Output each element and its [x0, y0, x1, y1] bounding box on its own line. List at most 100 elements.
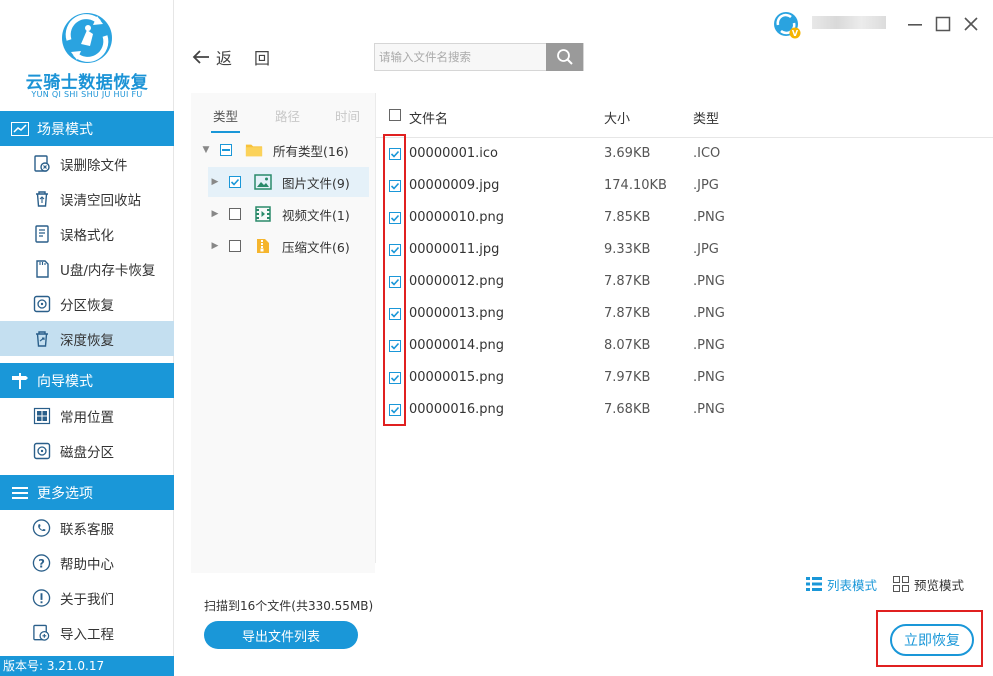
file-type: .PNG: [693, 338, 725, 353]
file-name: 00000014.png: [409, 338, 505, 353]
back-label: 返回: [216, 49, 293, 68]
app-subtitle: YUN QI SHI SHU JU HUI FU: [31, 90, 143, 99]
list-mode-toggle[interactable]: 列表模式: [806, 573, 877, 595]
file-type: .PNG: [693, 306, 725, 321]
tree-item-archives[interactable]: ▶ 压缩文件(6): [191, 231, 375, 261]
deleted-file-icon: [32, 154, 51, 173]
file-size: 8.07KB: [604, 338, 651, 353]
version-label: 版本号: 3.21.0.17: [0, 656, 174, 676]
file-name: 00000011.jpg: [409, 242, 500, 257]
table-row[interactable]: 00000010.png 7.85KB .PNG: [376, 202, 993, 234]
tree-item-label: 压缩文件(6): [282, 239, 350, 255]
section-title: 场景模式: [37, 121, 93, 138]
import-icon: [32, 623, 51, 642]
grid-view-icon: [893, 576, 909, 592]
caret-right-icon[interactable]: ▶: [211, 209, 219, 219]
maximize-icon: [935, 16, 951, 32]
file-name: 00000013.png: [409, 306, 505, 321]
minimize-button[interactable]: [905, 14, 925, 34]
file-type: .PNG: [693, 274, 725, 289]
sidebar-item-deep-recovery[interactable]: 深度恢复: [0, 321, 174, 356]
caret-right-icon[interactable]: ▶: [211, 177, 219, 187]
partition-icon: [32, 294, 51, 313]
sidebar-item-label: 深度恢复: [60, 332, 114, 349]
sidebar-item-label: 分区恢复: [60, 297, 114, 314]
list-view-icon: [806, 577, 822, 591]
minimize-icon: [908, 24, 922, 26]
sidebar-item-help-center[interactable]: ? 帮助中心: [0, 545, 174, 580]
table-row[interactable]: 00000009.jpg 174.10KB .JPG: [376, 170, 993, 202]
back-button[interactable]: 返回: [192, 45, 292, 69]
tab-type[interactable]: 类型: [211, 93, 240, 133]
close-button[interactable]: [961, 14, 981, 34]
table-row[interactable]: 00000014.png 8.07KB .PNG: [376, 330, 993, 362]
sidebar-item-format[interactable]: 误格式化: [0, 216, 174, 251]
preview-mode-label: 预览模式: [914, 577, 965, 593]
file-name: 00000001.ico: [409, 146, 499, 161]
table-row[interactable]: 00000011.jpg 9.33KB .JPG: [376, 234, 993, 266]
filter-tabs: 类型 路径 时间: [191, 93, 375, 135]
phone-icon: [32, 518, 51, 537]
sidebar-item-import-project[interactable]: 导入工程: [0, 615, 174, 650]
sidebar-item-disk-partition[interactable]: 磁盘分区: [0, 433, 174, 468]
preview-mode-toggle[interactable]: 预览模式: [893, 573, 964, 595]
file-size: 7.87KB: [604, 306, 651, 321]
table-row[interactable]: 00000015.png 7.97KB .PNG: [376, 362, 993, 394]
column-header-size[interactable]: 大小: [604, 108, 630, 127]
column-header-type[interactable]: 类型: [693, 108, 719, 127]
caret-right-icon[interactable]: ▶: [211, 241, 219, 251]
svg-text:?: ?: [38, 556, 45, 570]
section-more-options: 更多选项: [0, 475, 174, 510]
table-row[interactable]: 00000001.ico 3.69KB .ICO: [376, 138, 993, 170]
maximize-button[interactable]: [933, 14, 953, 34]
sidebar-item-usb-recovery[interactable]: U盘/内存卡恢复: [0, 251, 174, 286]
sidebar-item-contact-support[interactable]: 联系客服: [0, 510, 174, 545]
file-size: 3.69KB: [604, 146, 651, 161]
tree-checkbox-unchecked[interactable]: [229, 208, 241, 220]
file-name: 00000012.png: [409, 274, 505, 289]
sidebar-item-recycle-bin[interactable]: 误清空回收站: [0, 181, 174, 216]
chart-icon: [10, 121, 30, 137]
table-row[interactable]: 00000013.png 7.87KB .PNG: [376, 298, 993, 330]
sidebar-item-label: 误格式化: [60, 227, 114, 244]
file-name: 00000015.png: [409, 370, 505, 385]
sidebar-item-partition-recovery[interactable]: 分区恢复: [0, 286, 174, 321]
format-icon: [32, 224, 51, 243]
tree-checkbox-unchecked[interactable]: [229, 240, 241, 252]
tab-path[interactable]: 路径: [273, 93, 302, 133]
column-header-name[interactable]: 文件名: [409, 108, 448, 127]
partial-check-icon: [222, 149, 230, 151]
scan-summary: 扫描到16个文件(共330.55MB): [204, 599, 374, 613]
tree-item-all-types[interactable]: ▼ 所有类型(16): [191, 135, 375, 165]
table-row[interactable]: 00000012.png 7.87KB .PNG: [376, 266, 993, 298]
username-blurred: [812, 16, 886, 29]
file-size: 7.97KB: [604, 370, 651, 385]
search-button[interactable]: [546, 43, 583, 71]
sidebar-item-deleted-files[interactable]: 误删除文件: [0, 146, 174, 181]
tree-item-videos[interactable]: ▶ 视频文件(1): [191, 199, 375, 229]
select-all-checkbox[interactable]: [389, 109, 401, 121]
search-input[interactable]: [375, 44, 547, 70]
sidebar-item-about-us[interactable]: 关于我们: [0, 580, 174, 615]
tab-time[interactable]: 时间: [333, 93, 362, 133]
file-size: 9.33KB: [604, 242, 651, 257]
sd-card-icon: [32, 259, 51, 278]
table-row[interactable]: 00000016.png 7.68KB .PNG: [376, 394, 993, 426]
sidebar-item-label: 关于我们: [60, 591, 114, 608]
user-avatar-icon[interactable]: V: [773, 11, 801, 39]
file-type: .ICO: [693, 146, 721, 161]
sidebar-item-label: 误清空回收站: [60, 192, 141, 209]
filter-panel: 类型 路径 时间 ▼ 所有类型(16) ▶ 图片文件(9) ▶ 视频文件(1) …: [191, 93, 375, 573]
file-size: 7.85KB: [604, 210, 651, 225]
tree-checkbox-partial[interactable]: [220, 144, 232, 156]
list-mode-label: 列表模式: [827, 577, 878, 593]
sidebar-item-common-locations[interactable]: 常用位置: [0, 398, 174, 433]
caret-down-icon[interactable]: ▼: [202, 145, 210, 155]
export-file-list-button[interactable]: 导出文件列表: [204, 621, 358, 649]
section-guide-mode: 向导模式: [0, 363, 174, 398]
sidebar-item-label: U盘/内存卡恢复: [60, 262, 156, 279]
tree-checkbox-checked[interactable]: [229, 176, 241, 188]
tree-item-images[interactable]: ▶ 图片文件(9): [208, 167, 369, 197]
image-icon: [254, 174, 272, 190]
file-name: 00000010.png: [409, 210, 505, 225]
